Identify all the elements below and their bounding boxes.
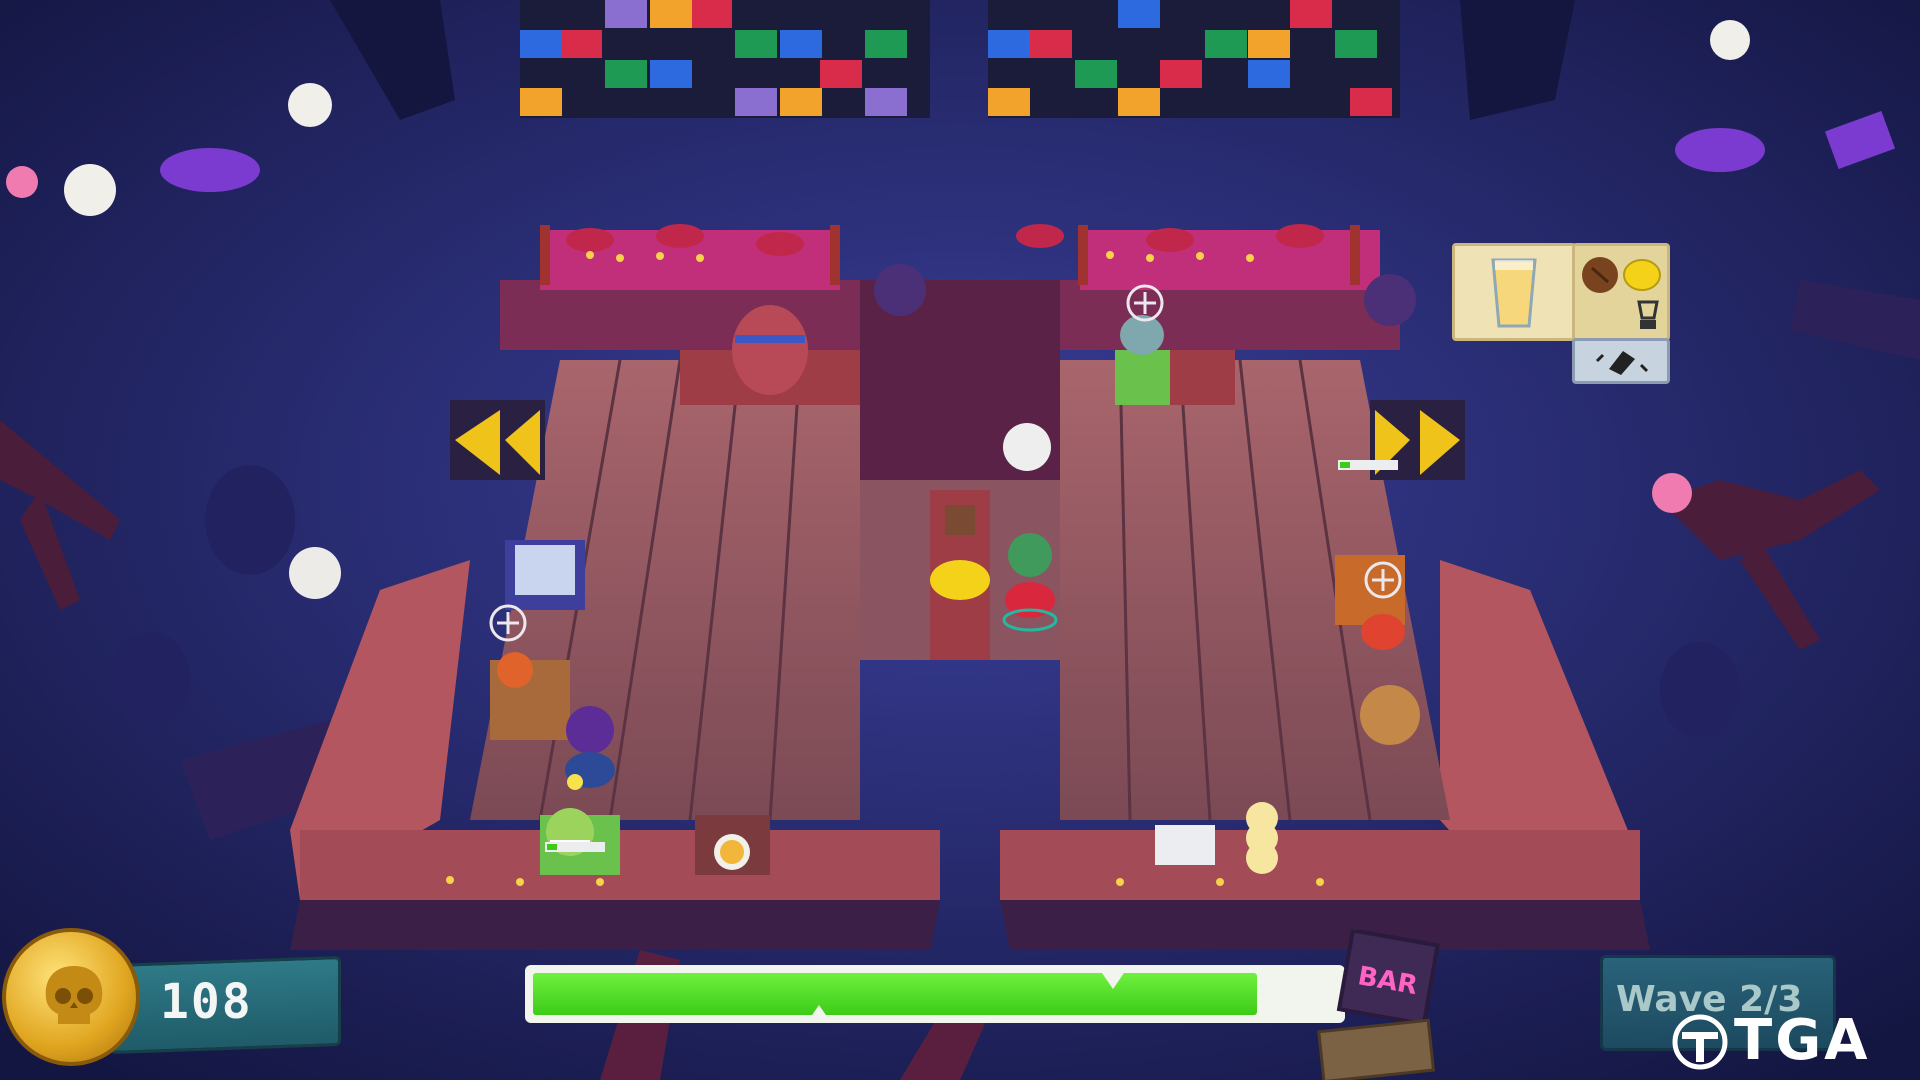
lemon-icon xyxy=(1623,259,1661,291)
blender-icon xyxy=(1637,300,1659,329)
gravestone xyxy=(1660,642,1740,738)
ice-station xyxy=(505,540,585,610)
gravestone xyxy=(205,465,295,575)
dance-floor-left xyxy=(520,0,930,118)
serving-window xyxy=(695,815,770,875)
bar-sign: BAR xyxy=(1317,930,1440,1080)
juicer-station xyxy=(490,652,570,740)
chop-icon xyxy=(1595,351,1649,375)
order-drink-card xyxy=(1452,243,1576,341)
tga-logo-icon xyxy=(1672,1014,1728,1070)
progress-marker xyxy=(808,1005,830,1021)
skull xyxy=(289,547,341,599)
station-timer-bar xyxy=(545,842,605,852)
watermark: TGA xyxy=(1672,1010,1902,1072)
gravestone xyxy=(110,632,190,728)
station-timer-bar xyxy=(1338,460,1398,470)
lemonade-glass-icon xyxy=(1491,258,1537,328)
cutting-station xyxy=(540,808,620,875)
lemon-crate xyxy=(930,490,990,660)
coffee-bean-icon xyxy=(1582,257,1618,293)
lantern xyxy=(1652,473,1692,513)
order-ticket xyxy=(1452,243,1670,384)
plate-station xyxy=(1155,825,1215,865)
order-ingredients-card xyxy=(1572,243,1670,341)
door-arrow-left xyxy=(450,400,545,480)
skull xyxy=(1003,423,1051,471)
skull-coin-icon xyxy=(2,928,140,1066)
watermark-text: TGA xyxy=(1734,1008,1871,1073)
order-step-card xyxy=(1572,338,1670,384)
level-progress-bar xyxy=(525,965,1345,1027)
game-scene xyxy=(0,0,1920,1080)
progress-fill xyxy=(533,973,1257,1015)
coin-counter: 108 xyxy=(0,920,341,1080)
dance-floor-right xyxy=(988,0,1400,118)
progress-marker xyxy=(1102,973,1124,989)
lemon-slices xyxy=(1246,802,1278,874)
coffee-bean-crate xyxy=(1360,685,1420,745)
coin-count: 108 xyxy=(160,974,253,1030)
